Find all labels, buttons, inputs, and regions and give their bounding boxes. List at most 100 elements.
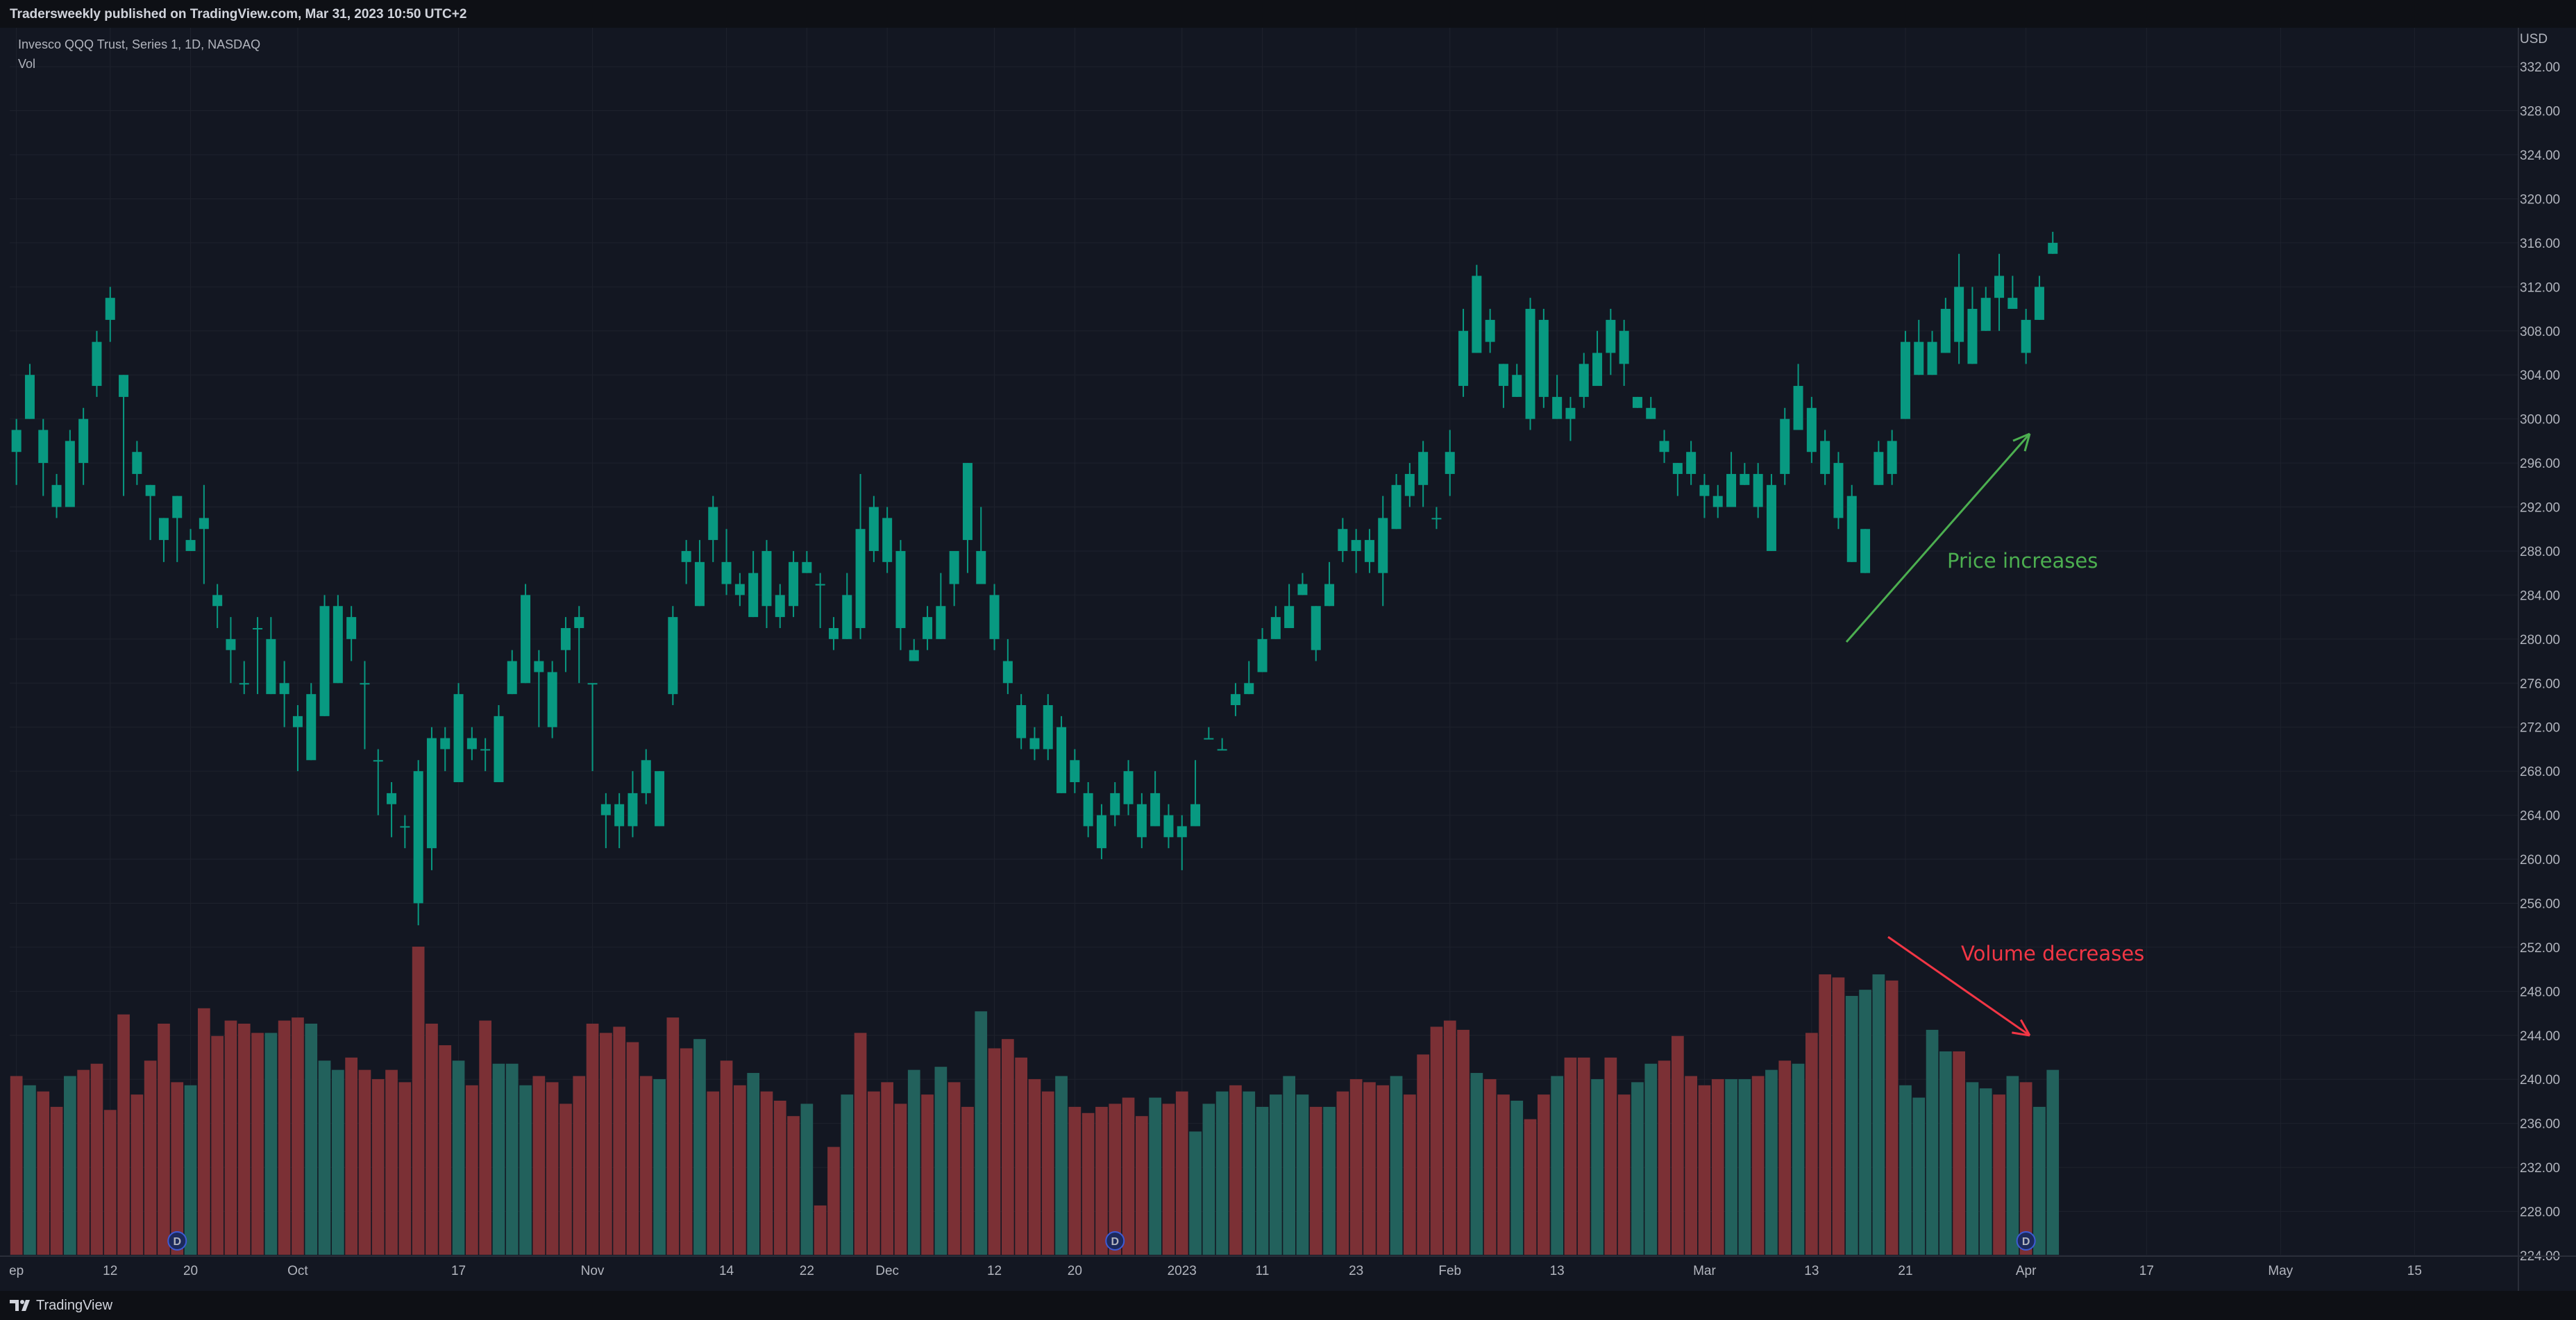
- y-tick-label: 312.00: [2520, 280, 2560, 295]
- dividend-marker-label: D: [2022, 1236, 2030, 1248]
- chart-legend: Invesco QQQ Trust, Series 1, 1D, NASDAQ …: [18, 35, 260, 74]
- volume-bar: [841, 1094, 854, 1255]
- y-tick-label: 232.00: [2520, 1161, 2560, 1176]
- volume-bar: [1912, 1097, 1926, 1255]
- dividend-marker-label: D: [1111, 1236, 1119, 1248]
- candle-body: [1646, 407, 1656, 419]
- volume-bar: [1015, 1057, 1027, 1255]
- candle-body: [655, 771, 665, 827]
- volume-bar: [1175, 1091, 1188, 1255]
- candle-body: [2034, 287, 2044, 320]
- volume-bar: [1725, 1078, 1737, 1255]
- candle-body: [1846, 496, 1857, 562]
- volume-bar: [64, 1076, 76, 1255]
- candle-body: [1244, 683, 1254, 695]
- candle-body: [1753, 473, 1763, 507]
- volume-bar: [1845, 996, 1858, 1255]
- volume-bar: [278, 1020, 291, 1255]
- candle-body: [1230, 694, 1240, 705]
- candle-body: [962, 463, 973, 541]
- candle-body: [1070, 760, 1080, 783]
- candle-body: [1458, 330, 1469, 387]
- x-tick-label: Apr: [2016, 1264, 2037, 1278]
- y-tick-label: 332.00: [2520, 60, 2560, 75]
- candle-body: [1940, 309, 1951, 353]
- volume-bar: [371, 1078, 385, 1255]
- volume-bar: [1819, 974, 1831, 1255]
- currency-label: USD: [2520, 32, 2548, 46]
- candle-body: [38, 430, 49, 464]
- volume-bar: [827, 1146, 840, 1255]
- candle-body: [1833, 463, 1844, 518]
- candle-body: [1726, 473, 1737, 507]
- candle-body: [1190, 804, 1201, 827]
- volume-bar: [144, 1060, 157, 1255]
- candle-body: [306, 694, 317, 761]
- volume-bar: [626, 1042, 639, 1255]
- volume-bar: [532, 1076, 546, 1255]
- volume-bar: [2033, 1106, 2046, 1255]
- candle-body: [1029, 738, 1040, 750]
- candle-body: [976, 550, 986, 584]
- candle-body: [1110, 793, 1120, 815]
- candle-body: [668, 617, 678, 695]
- candle-body: [1887, 441, 1897, 474]
- candle-body: [226, 638, 236, 650]
- candle-body: [239, 683, 249, 685]
- volume-bar: [934, 1067, 948, 1255]
- candle-body: [614, 804, 625, 827]
- candle-body: [373, 760, 383, 762]
- volume-bar: [881, 1082, 893, 1255]
- candle-body: [1552, 396, 1563, 419]
- candle-body: [1485, 319, 1495, 342]
- y-tick-label: 268.00: [2520, 765, 2560, 779]
- candle-body: [253, 627, 263, 629]
- volume-bar: [519, 1085, 532, 1255]
- volume-bar: [1738, 1078, 1751, 1255]
- volume-bar: [1136, 1116, 1148, 1255]
- x-tick-label: Nov: [581, 1264, 605, 1278]
- candle-body: [1820, 441, 1830, 474]
- candle-body: [708, 507, 718, 541]
- candle-body: [1914, 341, 1924, 375]
- candle-body: [1699, 484, 1710, 496]
- x-tick-label: 20: [183, 1264, 198, 1278]
- tradingview-logo-icon: [10, 1300, 30, 1311]
- volume-bar: [1953, 1051, 1965, 1255]
- volume-bar: [1189, 1131, 1202, 1255]
- candle-body: [775, 595, 785, 618]
- volume-bar: [466, 1085, 478, 1255]
- candle-body: [212, 595, 223, 607]
- candle-body: [895, 550, 906, 628]
- volume-bar: [1377, 1085, 1390, 1255]
- y-tick-label: 244.00: [2520, 1029, 2560, 1044]
- volume-bar: [760, 1091, 773, 1255]
- volume-bar: [479, 1020, 491, 1255]
- candle-body: [1136, 804, 1147, 838]
- volume-indicator-label: Vol: [18, 57, 36, 71]
- volume-bar: [948, 1082, 961, 1255]
- volume-bar: [1617, 1094, 1631, 1255]
- candle-body: [1150, 793, 1161, 827]
- volume-bar: [358, 1069, 371, 1255]
- x-tick-label: 11: [1256, 1264, 1270, 1278]
- volume-bar: [961, 1106, 974, 1255]
- candle-body: [185, 540, 196, 551]
- volume-bar: [613, 1026, 625, 1255]
- volume-bar: [251, 1033, 264, 1255]
- candlestick-chart[interactable]: 332.00 328.00 324.00 320.00 316.00 312.00 308.…: [0, 28, 2576, 1291]
- volume-bar: [1457, 1029, 1470, 1255]
- symbol-title: Invesco QQQ Trust, Series 1, 1D, NASDAQ: [18, 37, 261, 51]
- candle-body: [1163, 815, 1174, 838]
- candles: [11, 232, 2058, 926]
- volume-bar: [1510, 1101, 1524, 1255]
- candle-body: [1592, 353, 1603, 387]
- volume-bar: [1765, 1069, 1778, 1255]
- x-tick-label: 15: [2407, 1264, 2422, 1278]
- volume-bar: [1229, 1085, 1242, 1255]
- candle-body: [1297, 584, 1308, 595]
- volume-bar: [1349, 1078, 1363, 1255]
- candle-body: [1498, 364, 1508, 387]
- candle-body: [1338, 529, 1348, 551]
- candle-body: [1431, 518, 1442, 520]
